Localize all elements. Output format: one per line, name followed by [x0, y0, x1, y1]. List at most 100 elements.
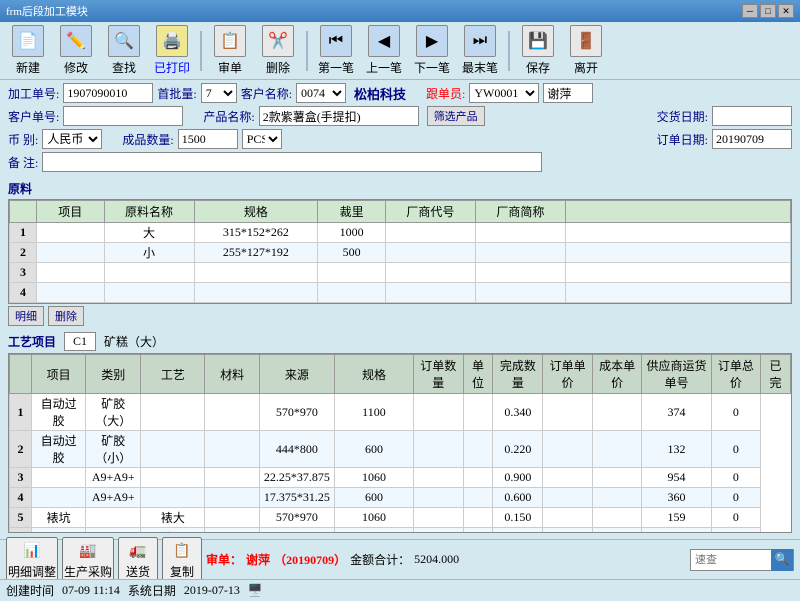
cost-price-cell[interactable] — [543, 528, 593, 534]
craft-cell[interactable]: 矿胶（小） — [86, 431, 141, 468]
detail-adjust-btn[interactable]: 📊 明细调整 — [6, 537, 58, 582]
deliver-btn[interactable]: 🚛 送货 — [118, 537, 158, 582]
category-cell[interactable]: 自动过胶 — [31, 394, 85, 431]
save-button[interactable]: 💾 保存 — [516, 25, 560, 76]
total-cell[interactable]: 954 — [642, 468, 711, 488]
craft-row[interactable]: 4 A9+A9+ 17.375*31.25 600 0.600 360 0 — [10, 488, 791, 508]
category-cell[interactable]: 裱坑 — [31, 508, 85, 528]
raw-material-row[interactable]: 1 大 315*152*262 1000 — [10, 223, 791, 243]
order-price-cell[interactable]: 0.900 — [493, 468, 543, 488]
vendor-no-cell[interactable] — [385, 223, 475, 243]
spec-cell[interactable]: 255*127*192 — [194, 243, 318, 263]
copy-btn[interactable]: 📋 复制 — [162, 537, 202, 582]
name-cell[interactable] — [104, 263, 194, 283]
material-cell[interactable]: 裱小 — [141, 528, 205, 534]
craft-cell[interactable]: A9+A9+ — [86, 468, 141, 488]
spec-cell[interactable]: 17.375*31.25 — [259, 488, 334, 508]
craft-cell[interactable] — [86, 528, 141, 534]
find-button[interactable]: 🔍 查找 — [102, 25, 146, 76]
cost-price-cell[interactable] — [543, 488, 593, 508]
unit-cell[interactable] — [414, 468, 464, 488]
done-qty-cell[interactable] — [463, 431, 493, 468]
vendor-name-cell[interactable] — [475, 243, 565, 263]
unit-cell[interactable] — [414, 394, 464, 431]
order-qty-cell[interactable]: 1060 — [334, 508, 413, 528]
spec-cell[interactable]: 22.25*37.875 — [259, 468, 334, 488]
vendor-no-cell[interactable] — [592, 508, 642, 528]
name-cell[interactable]: 小 — [104, 243, 194, 263]
customer-id-input[interactable] — [63, 106, 183, 126]
cost-price-cell[interactable] — [543, 468, 593, 488]
name-cell[interactable] — [104, 283, 194, 303]
craft-cell[interactable] — [86, 508, 141, 528]
delivery-input[interactable] — [712, 106, 792, 126]
order-price-cell[interactable]: 0.150 — [493, 528, 543, 534]
done-qty-cell[interactable] — [463, 528, 493, 534]
spec-cell[interactable]: 315*152*262 — [194, 223, 318, 243]
follow-name-input[interactable] — [543, 83, 593, 103]
order-date-input[interactable] — [712, 129, 792, 149]
vendor-no-cell[interactable] — [592, 528, 642, 534]
done-qty-cell[interactable] — [463, 488, 493, 508]
material-cell[interactable] — [141, 431, 205, 468]
spec-cell[interactable]: 444*800 — [259, 528, 334, 534]
done-qty-cell[interactable] — [463, 508, 493, 528]
category-cell[interactable]: 自动过胶 — [31, 431, 85, 468]
craft-row[interactable]: 3 A9+A9+ 22.25*37.875 1060 0.900 954 0 — [10, 468, 791, 488]
source-cell[interactable] — [205, 468, 259, 488]
select-product-btn[interactable]: 筛选产品 — [427, 106, 485, 126]
first-button[interactable]: ⏮ 第一笔 — [314, 25, 358, 76]
unit-cell[interactable] — [414, 528, 464, 534]
done-cell[interactable]: 0 — [711, 394, 761, 431]
raw-material-row[interactable]: 2 小 255*127*192 500 — [10, 243, 791, 263]
cut-cell[interactable]: 1000 — [318, 223, 386, 243]
exit-button[interactable]: 🚪 离开 — [564, 25, 608, 76]
source-cell[interactable] — [205, 508, 259, 528]
close-btn[interactable]: ✕ — [778, 4, 794, 18]
batch-select[interactable]: 7 — [201, 83, 237, 103]
order-qty-cell[interactable]: 1060 — [334, 468, 413, 488]
vendor-no-cell[interactable] — [592, 468, 642, 488]
printed-button[interactable]: 🖨️ 已打印 — [150, 25, 194, 76]
name-cell[interactable]: 大 — [104, 223, 194, 243]
material-cell[interactable] — [141, 468, 205, 488]
maximize-btn[interactable]: □ — [760, 4, 776, 18]
material-cell[interactable] — [141, 488, 205, 508]
done-cell[interactable]: 0 — [711, 468, 761, 488]
customer-no-select[interactable]: 0074 — [296, 83, 346, 103]
cost-price-cell[interactable] — [543, 508, 593, 528]
done-qty-cell[interactable] — [463, 394, 493, 431]
product-input[interactable] — [259, 106, 419, 126]
unit-cell[interactable] — [414, 508, 464, 528]
category-cell[interactable] — [31, 528, 85, 534]
craft-cell[interactable]: A9+A9+ — [86, 488, 141, 508]
order-no-input[interactable] — [63, 83, 153, 103]
edit-button[interactable]: ✏️ 修改 — [54, 25, 98, 76]
spec-cell[interactable]: 570*970 — [259, 394, 334, 431]
last-button[interactable]: ⏭ 最末笔 — [458, 25, 502, 76]
cut-cell[interactable]: 500 — [318, 243, 386, 263]
qty-unit-select[interactable]: PCS — [242, 129, 282, 149]
spec-cell[interactable] — [194, 283, 318, 303]
note-input[interactable] — [42, 152, 542, 172]
total-cell[interactable]: 132 — [642, 431, 711, 468]
vendor-name-cell[interactable] — [475, 283, 565, 303]
item-cell[interactable] — [37, 283, 105, 303]
category-cell[interactable] — [31, 468, 85, 488]
craft-row[interactable]: 1 自动过胶 矿胶（大） 570*970 1100 0.340 374 0 — [10, 394, 791, 431]
follow-select[interactable]: YW0001 — [469, 83, 539, 103]
done-qty-cell[interactable] — [463, 468, 493, 488]
done-cell[interactable]: 0 — [711, 508, 761, 528]
unit-cell[interactable] — [414, 431, 464, 468]
vendor-no-cell[interactable] — [385, 283, 475, 303]
unit-cell[interactable] — [414, 488, 464, 508]
prev-button[interactable]: ◀ 上一笔 — [362, 25, 406, 76]
order-price-cell[interactable]: 0.340 — [493, 394, 543, 431]
order-price-cell[interactable]: 0.220 — [493, 431, 543, 468]
source-cell[interactable] — [205, 528, 259, 534]
qty-input[interactable] — [178, 129, 238, 149]
cost-price-cell[interactable] — [543, 431, 593, 468]
audit-button[interactable]: 📋 审单 — [208, 25, 252, 76]
source-cell[interactable] — [205, 431, 259, 468]
order-price-cell[interactable]: 0.150 — [493, 508, 543, 528]
